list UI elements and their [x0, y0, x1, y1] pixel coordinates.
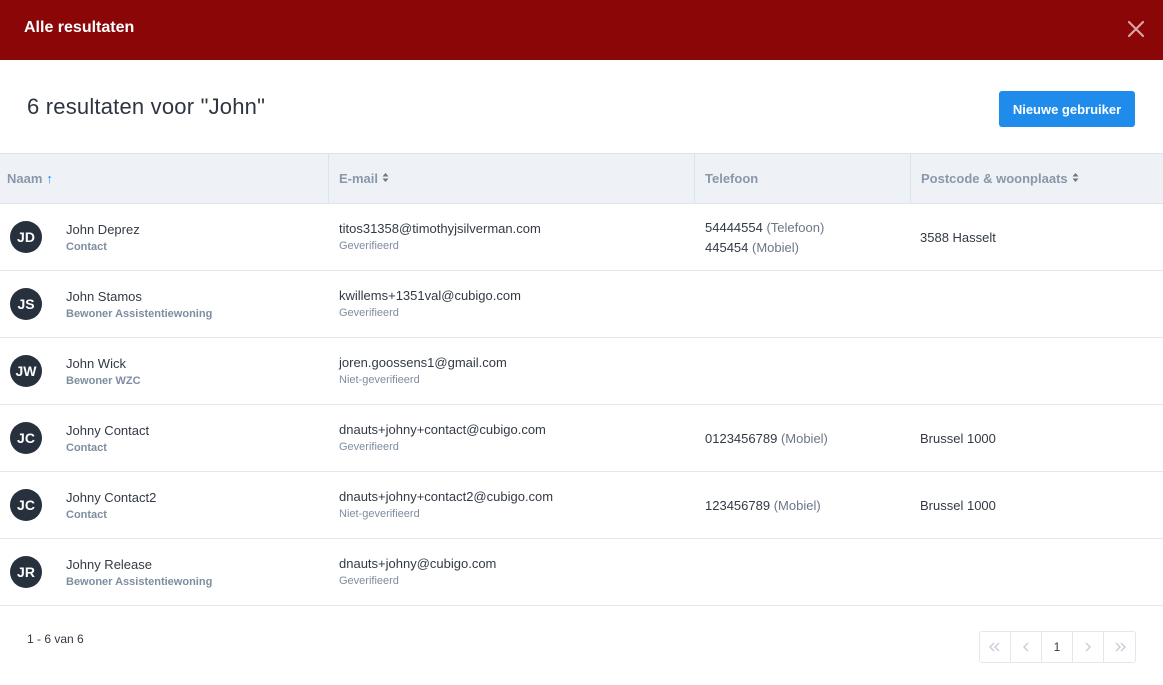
chevron-left-icon[interactable]: [1011, 632, 1042, 662]
column-label-email: E-mail: [339, 171, 379, 186]
user-email: joren.goossens1@gmail.com: [339, 355, 507, 370]
column-header-name[interactable]: Naam ↑: [7, 154, 53, 204]
phone-number: 54444554 (Telefoon): [705, 220, 824, 235]
column-label-postal: Postcode & woonplaats: [921, 171, 1068, 186]
user-email: dnauts+johny+contact2@cubigo.com: [339, 489, 554, 504]
user-role: Contact: [66, 509, 107, 521]
verification-status: Geverifieerd: [339, 240, 399, 252]
verification-status: Niet-geverifieerd: [339, 508, 420, 520]
double-chevron-left-icon[interactable]: [980, 632, 1011, 662]
user-role: Bewoner WZC: [66, 375, 141, 387]
column-header-postal[interactable]: Postcode & woonplaats: [921, 154, 1079, 204]
column-divider: [910, 154, 911, 204]
arrow-up-icon: ↑: [46, 171, 53, 186]
phone-number: 123456789 (Mobiel): [705, 498, 821, 513]
user-email: dnauts+johny@cubigo.com: [339, 556, 497, 571]
column-header-phone: Telefoon: [705, 154, 758, 204]
verification-status: Geverifieerd: [339, 441, 399, 453]
user-email: kwillems+1351val@cubigo.com: [339, 288, 521, 303]
phone-value: 0123456789: [705, 431, 778, 446]
avatar: JC: [10, 422, 42, 454]
user-email: titos31358@timothyjsilverman.com: [339, 221, 541, 236]
user-name[interactable]: Johny Release: [66, 557, 152, 572]
table-row[interactable]: JR Johny Release Bewoner Assistentiewoning…: [0, 539, 1163, 606]
verification-status: Geverifieerd: [339, 307, 399, 319]
table-row[interactable]: JC Johny Contact Contact dnauts+johny+conta…: [0, 405, 1163, 472]
verification-status: Geverifieerd: [339, 575, 399, 587]
avatar: JD: [10, 221, 42, 253]
postal-city: Brussel 1000: [920, 431, 996, 446]
phone-value: 54444554: [705, 220, 763, 235]
sort-icon: [1072, 154, 1079, 204]
postal-city: 3588 Hasselt: [920, 230, 996, 245]
modal-header: Alle resultaten: [0, 0, 1163, 60]
user-name[interactable]: John Stamos: [66, 289, 142, 304]
avatar: JR: [10, 556, 42, 588]
user-name[interactable]: Johny Contact2: [66, 490, 156, 505]
column-divider: [694, 154, 695, 204]
phone-type: (Mobiel): [752, 240, 799, 255]
column-label-phone: Telefoon: [705, 171, 759, 186]
table-row[interactable]: JW John Wick Bewoner WZC joren.goossens1@gm…: [0, 338, 1163, 405]
column-label-name: Naam: [7, 171, 43, 186]
new-user-button[interactable]: Nieuwe gebruiker: [999, 91, 1135, 127]
user-name[interactable]: John Deprez: [66, 222, 140, 237]
table-row[interactable]: JD John Deprez Contact titos31358@timothyjs…: [0, 204, 1163, 271]
avatar: JC: [10, 489, 42, 521]
results-heading: 6 resultaten voor "John": [27, 94, 266, 119]
table-row[interactable]: JC Johny Contact2 Contact dnauts+johny+cont…: [0, 472, 1163, 539]
phone-value: 445454: [705, 240, 749, 255]
user-role: Contact: [66, 241, 107, 253]
phone-type: (Telefoon): [766, 220, 825, 235]
phone-type: (Mobiel): [773, 498, 821, 513]
user-name[interactable]: John Wick: [66, 356, 126, 371]
double-chevron-right-icon[interactable]: [1104, 632, 1135, 662]
table-header: Naam ↑ E-mail Telefoon Postcode & woonpla…: [0, 153, 1163, 204]
postal-city: Brussel 1000: [920, 498, 996, 513]
user-role: Contact: [66, 442, 107, 454]
chevron-right-icon[interactable]: [1073, 632, 1104, 662]
modal-title: Alle resultaten: [24, 19, 135, 36]
table-row[interactable]: JS John Stamos Bewoner Assistentiewoning kw…: [0, 271, 1163, 338]
phone-type: (Mobiel): [780, 431, 828, 446]
pagination-summary: 1 - 6 van 6: [27, 632, 84, 646]
pagination: 1: [979, 631, 1136, 663]
sort-icon: [382, 154, 389, 204]
user-role: Bewoner Assistentiewoning: [66, 308, 213, 320]
avatar: JS: [10, 288, 42, 320]
column-header-email[interactable]: E-mail: [339, 154, 389, 204]
phone-number: 445454 (Mobiel): [705, 240, 799, 255]
column-divider: [328, 154, 329, 204]
close-icon[interactable]: [1123, 16, 1149, 42]
page-button-current[interactable]: 1: [1042, 632, 1073, 662]
avatar: JW: [10, 355, 42, 387]
verification-status: Niet-geverifieerd: [339, 374, 420, 386]
user-email: dnauts+johny+contact@cubigo.com: [339, 422, 546, 437]
phone-value: 123456789: [705, 498, 771, 513]
phone-number: 0123456789 (Mobiel): [705, 431, 828, 446]
user-name[interactable]: Johny Contact: [66, 423, 149, 438]
user-role: Bewoner Assistentiewoning: [66, 576, 213, 588]
